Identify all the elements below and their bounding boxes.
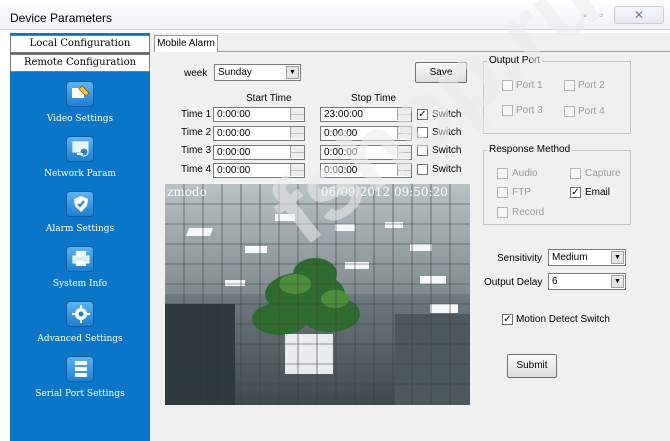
capture-label: Capture (585, 168, 621, 179)
tab-mobile-alarm[interactable]: Mobile Alarm (154, 35, 218, 52)
chevron-down-icon: ▼ (286, 66, 299, 79)
output-delay-select[interactable]: 6 ▼ (548, 273, 626, 290)
sidebar-item-label: Alarm Settings (45, 224, 115, 234)
video-settings-icon (66, 81, 94, 107)
time-row-label: Time 1 (181, 109, 212, 120)
shield-icon (66, 191, 94, 217)
audio-label: Audio (512, 168, 538, 179)
sidebar-item-label: Serial Port Settings (35, 389, 125, 399)
sidebar-item-label: Network Param (44, 169, 116, 179)
time-row-label: Time 3 (181, 145, 212, 156)
sidebar-item-advanced-settings[interactable]: Advanced Settings (10, 301, 150, 356)
close-button[interactable]: ✕ (614, 6, 664, 24)
output-delay-label: Output Delay (484, 277, 543, 288)
port-4-checkbox[interactable] (564, 106, 575, 117)
port-2-checkbox[interactable] (564, 80, 575, 91)
sidebar-item-video-settings[interactable]: Video Settings (10, 81, 150, 136)
printer-icon (66, 246, 94, 272)
motion-detect-checkbox[interactable]: ✓ (502, 314, 513, 325)
sensitivity-select[interactable]: Medium ▼ (548, 249, 626, 266)
gear-icon (66, 301, 94, 327)
record-checkbox[interactable] (497, 207, 508, 218)
server-icon (66, 356, 94, 382)
response-method-title: Response Method (487, 144, 573, 155)
sensitivity-value: Medium (552, 252, 588, 263)
start-time-value: 0:00:00 (217, 109, 251, 120)
email-label: Email (585, 187, 611, 198)
ftp-checkbox[interactable] (497, 187, 508, 198)
sidebar: Local Configuration Remote Configuration… (10, 33, 150, 441)
start-time-input[interactable]: 0:00:00 (213, 107, 305, 122)
sensitivity-label: Sensitivity (497, 253, 543, 264)
start-time-header: Start Time (246, 93, 292, 104)
ftp-label: FTP (512, 187, 531, 198)
sidebar-item-label: System Info (52, 279, 108, 289)
email-checkbox[interactable]: ✓ (570, 187, 581, 198)
local-configuration-button[interactable]: Local Configuration (10, 35, 150, 53)
time-row-label: Time 2 (181, 127, 212, 138)
spin-down-icon[interactable] (290, 114, 304, 120)
sidebar-item-label: Video Settings (46, 114, 114, 124)
sidebar-item-network-param[interactable]: Network Param (10, 136, 150, 191)
start-time-value: 0:00:00 (217, 147, 251, 158)
camera-name-osd: zmodo (167, 185, 207, 199)
sidebar-item-serial-port-settings[interactable]: Serial Port Settings (10, 356, 150, 411)
motion-detect-label: Motion Detect Switch (516, 314, 610, 325)
remote-configuration-button[interactable]: Remote Configuration (10, 54, 150, 72)
week-value: Sunday (218, 67, 252, 78)
start-time-input[interactable]: 0:00:00 (213, 126, 305, 141)
port-4-label: Port 4 (578, 106, 605, 117)
time-row-label: Time 4 (181, 164, 212, 175)
start-time-value: 0:00:00 (217, 128, 251, 139)
sidebar-item-label: Advanced Settings (37, 334, 123, 344)
capture-checkbox[interactable] (570, 168, 581, 179)
network-icon (66, 136, 94, 162)
output-delay-value: 6 (552, 276, 558, 287)
week-select[interactable]: Sunday ▼ (214, 64, 301, 81)
sidebar-item-system-info[interactable]: System Info (10, 246, 150, 301)
submit-button[interactable]: Submit (507, 354, 557, 378)
response-method-group: Response Method Audio Capture FTP ✓ Emai… (483, 144, 631, 225)
sidebar-item-alarm-settings[interactable]: Alarm Settings (10, 191, 150, 246)
chevron-down-icon: ▼ (611, 251, 624, 264)
port-2-label: Port 2 (578, 80, 605, 91)
chevron-down-icon: ▼ (611, 275, 624, 288)
audio-checkbox[interactable] (497, 168, 508, 179)
record-label: Record (512, 207, 545, 218)
start-time-value: 0:00:00 (217, 165, 251, 176)
week-label: week (184, 68, 208, 79)
window-title: Device Parameters (10, 11, 113, 25)
